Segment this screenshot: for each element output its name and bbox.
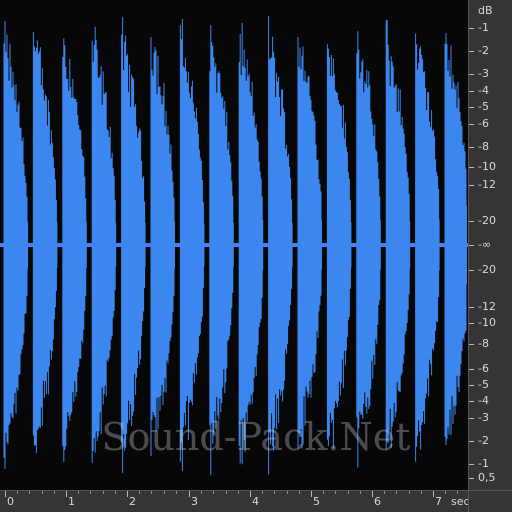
time-tick-label: 1 xyxy=(68,495,75,508)
time-minor-tick xyxy=(287,491,288,494)
db-tick xyxy=(469,307,474,308)
db-tick-label: -4 xyxy=(478,394,489,407)
time-minor-tick xyxy=(78,491,79,494)
db-tick xyxy=(469,74,474,75)
db-tick-label: -3 xyxy=(478,411,489,424)
time-tick xyxy=(127,491,128,497)
waveform-display[interactable] xyxy=(0,0,468,490)
time-tick xyxy=(66,491,67,497)
db-tick-label: -4 xyxy=(478,84,489,97)
time-tick xyxy=(250,491,251,497)
db-tick-label: -12 xyxy=(478,300,496,313)
time-tick-label: 5 xyxy=(313,495,320,508)
db-tick xyxy=(469,147,474,148)
time-minor-tick xyxy=(139,491,140,494)
waveform-graph[interactable] xyxy=(0,0,468,490)
db-tick-label: -2 xyxy=(478,44,489,57)
time-minor-tick xyxy=(299,491,300,494)
db-tick xyxy=(469,221,474,222)
db-tick-label: -20 xyxy=(478,263,496,276)
db-tick xyxy=(469,478,474,479)
db-scale-ruler[interactable]: dB -1 -2 -3 -4 -5 -6 -8 -10 -12 -20 -∞ -20 -12 -10 -8 -… xyxy=(468,0,512,490)
db-tick-label: -1 xyxy=(478,457,489,470)
time-minor-tick xyxy=(201,491,202,494)
time-minor-tick xyxy=(274,491,275,494)
db-tick xyxy=(469,28,474,29)
db-tick-label: -2 xyxy=(478,434,489,447)
db-tick xyxy=(469,385,474,386)
time-minor-tick xyxy=(115,491,116,494)
time-tick xyxy=(189,491,190,497)
time-tick-label: 7 xyxy=(435,495,442,508)
time-minor-tick xyxy=(164,491,165,494)
time-minor-tick xyxy=(17,491,18,494)
time-tick-label: 2 xyxy=(129,495,136,508)
time-minor-tick xyxy=(54,491,55,494)
db-tick-label: -10 xyxy=(478,316,496,329)
time-tick xyxy=(5,491,6,497)
time-tick xyxy=(433,491,434,497)
db-tick xyxy=(469,91,474,92)
db-tick-label: -1 xyxy=(478,21,489,34)
time-minor-tick xyxy=(409,491,410,494)
time-tick-label: 0 xyxy=(7,495,14,508)
db-tick xyxy=(469,323,474,324)
time-minor-tick xyxy=(176,491,177,494)
time-unit-label: sec xyxy=(451,495,470,508)
time-minor-tick xyxy=(151,491,152,494)
time-minor-tick xyxy=(226,491,227,494)
db-tick-label: -3 xyxy=(478,67,489,80)
time-minor-tick xyxy=(90,491,91,494)
time-tick-label: 4 xyxy=(252,495,259,508)
time-minor-tick xyxy=(262,491,263,494)
db-tick xyxy=(469,185,474,186)
time-minor-tick xyxy=(457,491,458,494)
db-tick xyxy=(469,464,474,465)
time-minor-tick xyxy=(323,491,324,494)
ruler-corner xyxy=(468,490,512,512)
db-tick-label: -8 xyxy=(478,337,489,350)
time-minor-tick xyxy=(360,491,361,494)
db-tick-label: -∞ xyxy=(478,238,492,251)
db-tick-label: -6 xyxy=(478,362,489,375)
time-minor-tick xyxy=(103,491,104,494)
time-minor-tick xyxy=(238,491,239,494)
db-tick-label: -12 xyxy=(478,178,496,191)
db-unit-label: dB xyxy=(478,4,493,17)
waveform-editor: dB -1 -2 -3 -4 -5 -6 -8 -10 -12 -20 -∞ -20 -12 -10 -8-… xyxy=(0,0,512,512)
db-tick xyxy=(469,344,474,345)
time-minor-tick xyxy=(445,491,446,494)
db-tick-label: -10 xyxy=(478,160,496,173)
db-tick xyxy=(469,107,474,108)
time-scale-ruler[interactable]: sec 0 1 2 3 4 5 6 7 xyxy=(0,490,470,512)
db-tick xyxy=(469,124,474,125)
db-tick-label: -5 xyxy=(478,378,489,391)
db-tick xyxy=(469,270,474,271)
db-tick-label: -8 xyxy=(478,140,489,153)
time-tick-label: 3 xyxy=(191,495,198,508)
time-minor-tick xyxy=(421,491,422,494)
time-minor-tick xyxy=(42,491,43,494)
db-tick xyxy=(469,245,474,246)
db-tick xyxy=(469,441,474,442)
db-tick xyxy=(469,401,474,402)
time-tick xyxy=(372,491,373,497)
time-minor-tick xyxy=(396,491,397,494)
db-tick xyxy=(469,418,474,419)
db-tick-label: -6 xyxy=(478,117,489,130)
time-minor-tick xyxy=(384,491,385,494)
db-tick xyxy=(469,167,474,168)
time-tick xyxy=(311,491,312,497)
db-tick-label: -5 xyxy=(478,100,489,113)
time-tick-label: 6 xyxy=(374,495,381,508)
time-minor-tick xyxy=(29,491,30,494)
db-tick xyxy=(469,51,474,52)
time-minor-tick xyxy=(213,491,214,494)
db-tick-label: -20 xyxy=(478,214,496,227)
time-minor-tick xyxy=(348,491,349,494)
db-tick xyxy=(469,369,474,370)
db-tick-label: 0,5 xyxy=(478,471,496,484)
time-minor-tick xyxy=(335,491,336,494)
